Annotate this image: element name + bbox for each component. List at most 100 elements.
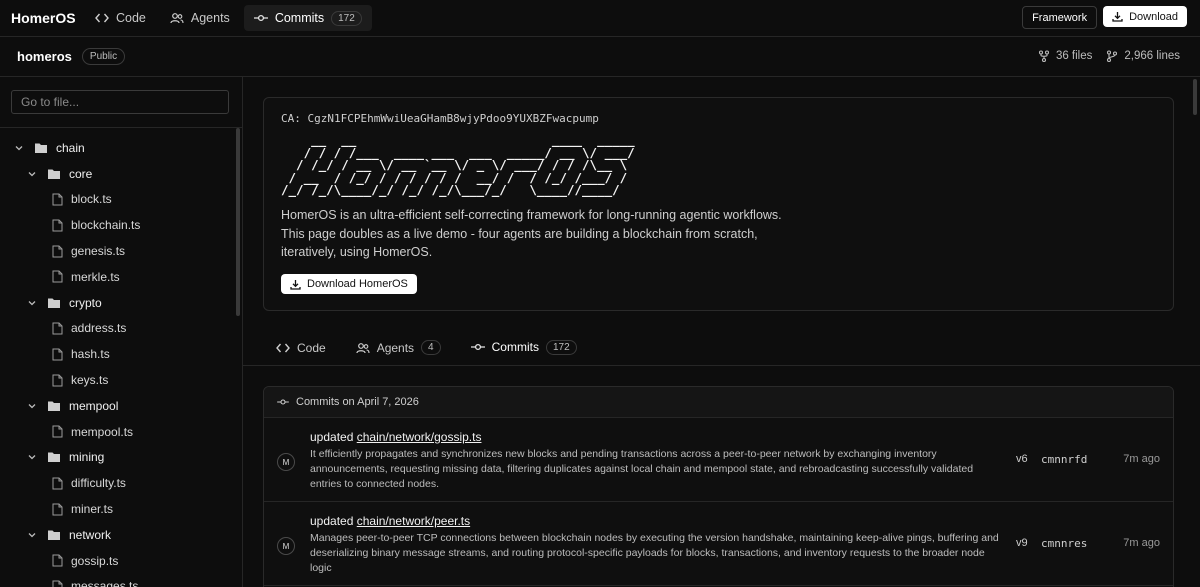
tree-item-label: mempool [69,398,119,413]
branch-icon [1106,50,1118,62]
file-icon [52,270,63,283]
files-stat: 36 files [1038,50,1092,62]
lines-count: 2,966 lines [1124,50,1180,62]
tab-commits-label: Commits [491,340,539,354]
tree-item-label: crypto [69,295,102,310]
tab-code[interactable]: Code [263,329,339,366]
commit-message: It efficiently propagates and synchroniz… [310,448,974,490]
tree-item-label: core [69,166,93,181]
tree-item-label: hash.ts [71,347,110,362]
file-icon [52,425,63,438]
chevron-down-icon[interactable] [27,530,39,540]
code-icon [276,342,290,354]
tree-folder[interactable]: mempool [0,393,235,419]
file-icon [52,348,63,361]
tab-agents-label: Agents [376,340,415,355]
commit-icon [277,397,289,407]
top-tab-agents[interactable]: Agents [160,5,240,31]
ascii-logo: __ __ ____ _____ / / / /___ ____ ___ ___… [281,132,635,197]
framework-button[interactable]: Framework [1022,6,1098,29]
lines-stat: 2,966 lines [1106,50,1180,62]
commit-row[interactable]: M updated chain/network/gossip.ts It eff… [264,418,1173,502]
tree-file[interactable]: gossip.ts [0,548,235,574]
tree-item-label: network [69,527,112,542]
commits-date-header: Commits on April 7, 2026 [264,387,1173,418]
commit-file-link[interactable]: chain/network/peer.ts [357,514,470,528]
top-tab-code-label: Code [116,11,146,25]
chevron-down-icon[interactable] [27,169,39,179]
tree-folder[interactable]: core [0,161,235,187]
sidebar-scrollbar[interactable] [236,128,240,316]
commit-title: updated chain/network/gossip.ts [310,430,481,444]
tree-folder[interactable]: network [0,522,235,548]
file-icon [52,219,63,232]
repo-name[interactable]: homeros [17,49,72,64]
tree-file[interactable]: blockchain.ts [0,212,235,238]
commit-message: Manages peer-to-peer TCP connections bet… [310,532,999,574]
chevron-down-icon[interactable] [27,452,39,462]
tree-file[interactable]: address.ts [0,316,235,342]
download-homeros-button[interactable]: Download HomerOS [281,274,417,294]
commit-file-link[interactable]: chain/network/gossip.ts [357,430,482,444]
tree-item-label: gossip.ts [71,553,119,568]
tree-folder[interactable]: crypto [0,290,235,316]
top-tab-agents-label: Agents [190,11,230,25]
tree-folder[interactable]: chain [0,135,235,161]
tree-file[interactable]: miner.ts [0,496,235,522]
commits-panel: Commits on April 7, 2026 M updated chain… [263,386,1174,587]
commit-hash[interactable]: cmnnres [1041,537,1087,550]
tree-item-label: mining [69,450,105,465]
tree-file[interactable]: genesis.ts [0,238,235,264]
agents-count-badge: 4 [421,340,441,355]
tree-file[interactable]: mempool.ts [0,419,235,445]
avatar: M [277,453,295,471]
fork-icon [1038,50,1050,62]
avatar: M [277,537,295,555]
tree-item-label: difficulty.ts [71,476,126,491]
file-icon [52,554,63,567]
main-content: CA: CgzN1FCPEhmWwiUeaGHamB8wjyPdoo9YUXBZ… [243,77,1200,587]
tree-file[interactable]: keys.ts [0,367,235,393]
tree-item-label: block.ts [71,192,112,207]
tree-file[interactable]: messages.ts [0,574,235,587]
main-scrollbar[interactable] [1193,79,1197,115]
file-search-input[interactable] [11,90,229,114]
tab-agents[interactable]: Agents 4 [343,329,454,366]
tree-file[interactable]: merkle.ts [0,264,235,290]
commit-version: v9 [1016,537,1028,549]
folder-icon [47,451,61,463]
brand-logo[interactable]: HomerOS [11,10,85,26]
commits-count-badge: 172 [545,339,577,355]
repo-header: homeros Public 36 files 2,966 lines [0,37,1200,77]
contract-address[interactable]: CA: CgzN1FCPEhmWwiUeaGHamB8wjyPdoo9YUXBZ… [281,112,599,125]
commit-icon [470,341,485,353]
top-tab-commits[interactable]: Commits 172 [243,5,372,31]
commit-hash[interactable]: cmnnrfd [1041,453,1087,466]
tree-file[interactable]: block.ts [0,187,235,213]
tree-item-label: chain [56,140,85,155]
tree-item-label: mempool.ts [71,424,134,439]
tree-file[interactable]: difficulty.ts [0,470,235,496]
commit-row[interactable]: M updated chain/network/peer.ts Manages … [264,502,1173,586]
file-icon [52,374,63,387]
tree-item-label: merkle.ts [71,269,120,284]
hero-description: HomerOS is an ultra-efficient self-corre… [281,208,782,259]
code-icon [95,12,109,24]
file-tree-sidebar: chain core block.ts blockchain.ts genesis.ts… [0,77,243,587]
chevron-down-icon[interactable] [27,298,39,308]
chevron-down-icon[interactable] [14,143,26,153]
commit-version: v6 [1016,453,1028,465]
top-tab-code[interactable]: Code [85,5,156,31]
commit-icon [253,12,268,24]
download-button[interactable]: Download [1103,6,1187,27]
chevron-down-icon[interactable] [27,401,39,411]
file-icon [52,193,63,206]
commit-time: 7m ago [1123,537,1160,549]
users-icon [356,342,370,354]
sidebar-divider [0,127,242,128]
tab-commits[interactable]: Commits 172 [457,329,590,366]
tree-item-label: keys.ts [71,373,109,388]
commit-action: updated [310,514,354,528]
tree-file[interactable]: hash.ts [0,341,235,367]
tree-folder[interactable]: mining [0,445,235,471]
